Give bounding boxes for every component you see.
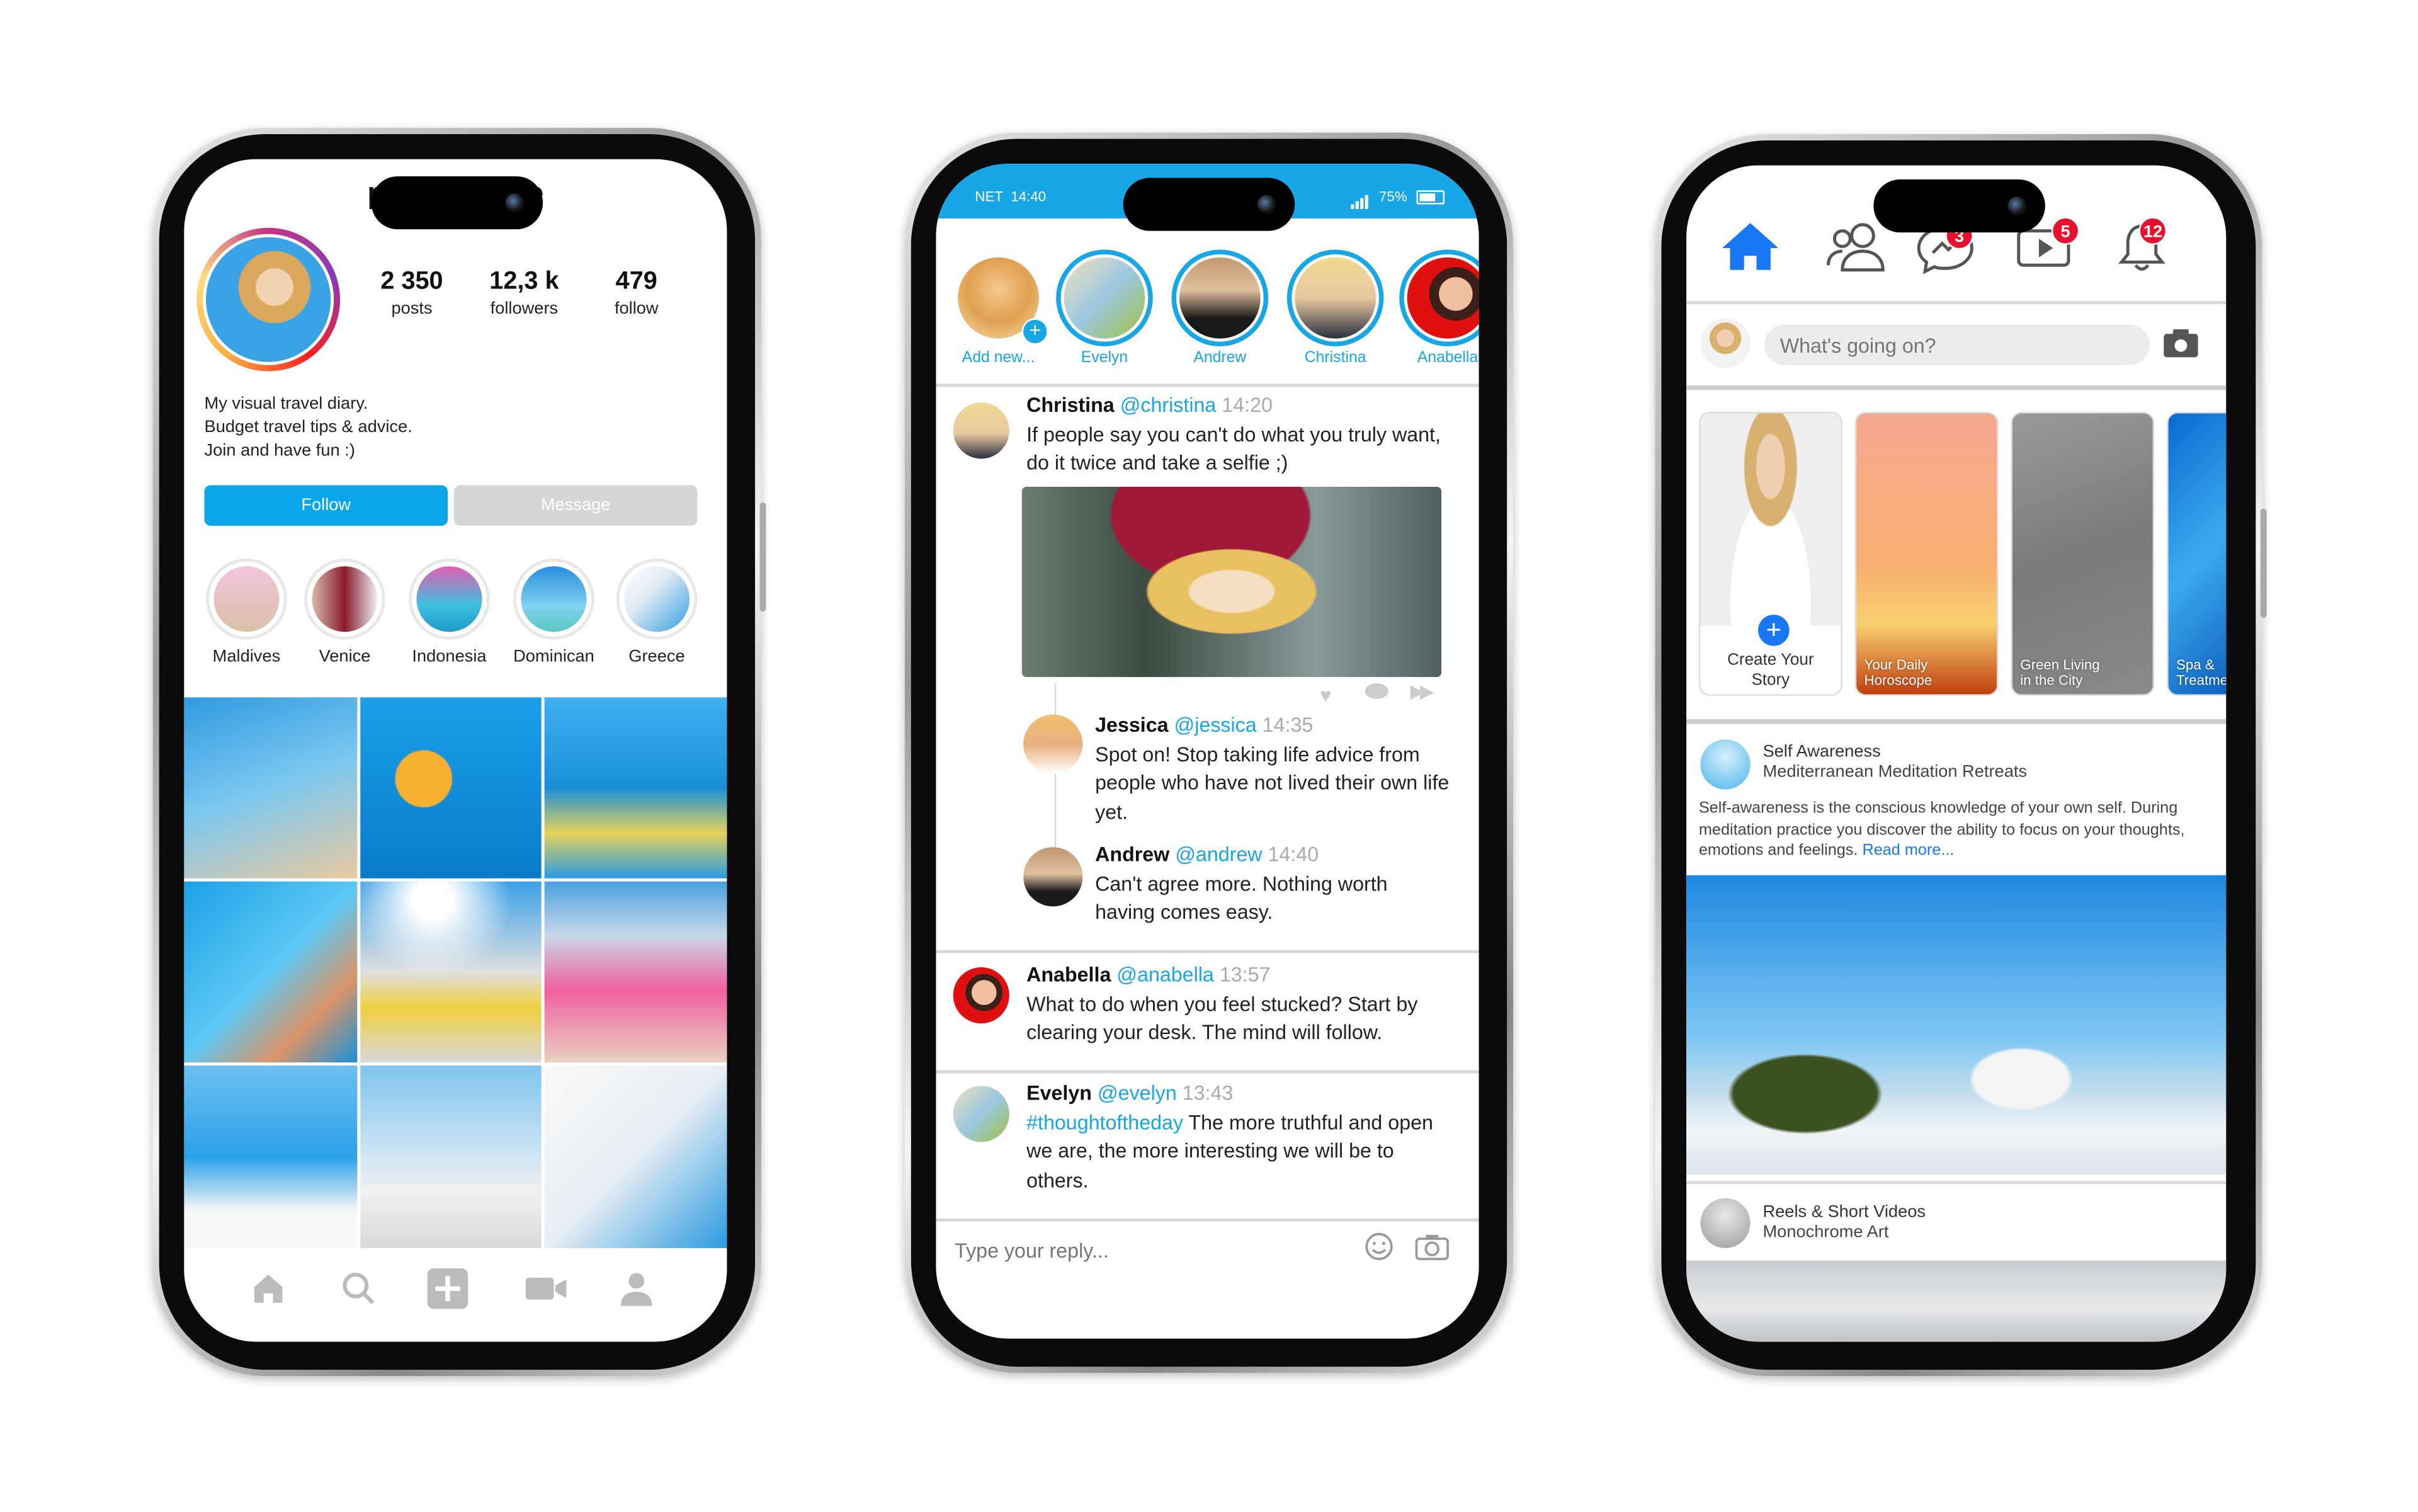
bio: My visual travel diary. Budget travel tip… (204, 394, 412, 460)
post-christina: Christina @christina 14:20 If people say … (1026, 393, 1441, 475)
post-body: Self-awareness is the conscious knowledg… (1698, 800, 2185, 860)
battery-icon (1416, 190, 1445, 205)
emoji-icon[interactable] (1365, 1232, 1393, 1261)
hashtag-link[interactable]: #thoughtoftheday (1026, 1110, 1183, 1134)
story-label: Add new... (962, 349, 1035, 367)
profile-screen: profile name 2 350posts 12,3 kfollowers … (184, 159, 727, 1342)
phone-profile: profile name 2 350posts 12,3 kfollowers … (152, 128, 766, 1377)
highlight-dominican[interactable] (513, 558, 594, 640)
add-post-icon[interactable] (426, 1267, 469, 1310)
phone-feed: 3 5 12 + Create Your Story Your Daily Ho… (1655, 134, 2267, 1377)
post-thumbnail[interactable] (544, 1066, 727, 1248)
avatar-christina[interactable] (953, 402, 1009, 459)
read-more-link[interactable]: Read more... (1862, 843, 1954, 860)
share-icon[interactable]: ▶▶ (1410, 680, 1435, 702)
stat-follow[interactable]: 479 follow (574, 268, 699, 318)
like-icon[interactable]: ♥ (1320, 683, 1332, 707)
post-thumbnail[interactable] (184, 881, 358, 1063)
post-image-monochrome[interactable] (1686, 1260, 2227, 1342)
post-anabella: Anabella @anabella 13:57 What to do when … (1026, 962, 1418, 1044)
story-spa[interactable]: Spa & Treatments (2167, 412, 2227, 696)
story-label: Evelyn (1081, 349, 1128, 367)
highlight-label: Greece (628, 647, 685, 666)
search-icon[interactable] (340, 1270, 377, 1307)
reply-input[interactable] (951, 1231, 1348, 1269)
story-label: Spa & Treatments (2176, 656, 2227, 688)
page-avatar[interactable] (1700, 1198, 1751, 1248)
post-thumbnail[interactable] (360, 881, 542, 1063)
signal-icon (1351, 189, 1370, 209)
story-andrew[interactable] (1171, 249, 1269, 346)
story-evelyn[interactable] (1056, 249, 1153, 346)
chat-screen: NET 14:40 75% + Add new... Evelyn Andrew… (936, 164, 1479, 1339)
story-add-new[interactable]: + (950, 249, 1048, 346)
story-label: Christina (1304, 349, 1366, 367)
highlight-venice[interactable] (304, 558, 385, 640)
avatar-jessica[interactable] (1023, 714, 1083, 774)
add-story-icon[interactable]: + (1756, 613, 1791, 648)
story-anabella[interactable] (1399, 249, 1479, 346)
highlight-label: Maldives (212, 647, 281, 666)
highlight-label: Indonesia (412, 647, 487, 666)
follow-button[interactable]: Follow (204, 485, 448, 526)
post-thumbnail[interactable] (184, 697, 358, 878)
story-label: Andrew (1193, 349, 1247, 367)
post-jessica: Jessica @jessica 14:35 Spot on! Stop taki… (1095, 713, 1450, 823)
post-subtitle: Monochrome Art (1762, 1223, 1889, 1242)
videos-badge: 5 (2051, 217, 2080, 245)
highlight-indonesia[interactable] (409, 558, 490, 640)
post-thumbnail[interactable] (360, 1066, 542, 1248)
post-subtitle: Mediterranean Meditation Retreats (1762, 763, 2028, 782)
battery-text: 75% (1379, 188, 1407, 205)
camera-icon[interactable] (1415, 1234, 1450, 1261)
story-label: Create Your Story (1727, 651, 1814, 690)
story-create[interactable]: + Create Your Story (1698, 412, 1842, 696)
profile-avatar[interactable] (196, 227, 341, 372)
story-christina[interactable] (1286, 249, 1384, 346)
add-icon[interactable]: + (1021, 318, 1048, 345)
avatar-evelyn[interactable] (953, 1086, 1009, 1142)
user-avatar[interactable] (1700, 318, 1751, 368)
friends-icon[interactable] (1824, 219, 1886, 275)
page-avatar[interactable] (1700, 739, 1751, 790)
story-label: Anabella (1417, 349, 1479, 367)
comment-icon[interactable] (1365, 683, 1388, 699)
composer-input[interactable] (1764, 324, 2150, 365)
highlight-maldives[interactable] (206, 558, 287, 640)
post-andrew: Andrew @andrew 14:40 Can't agree more. No… (1095, 842, 1388, 924)
story-horoscope[interactable]: Your Daily Horoscope (1854, 412, 1999, 696)
highlight-label: Dominican (513, 647, 594, 666)
video-icon[interactable] (524, 1270, 567, 1307)
thread-line (1054, 683, 1057, 874)
home-icon[interactable] (1719, 219, 1781, 275)
post-image-meditation[interactable] (1686, 875, 2227, 1175)
post-title[interactable]: Self Awareness (1762, 742, 1880, 761)
highlight-greece[interactable] (616, 558, 698, 640)
post-thumbnail[interactable] (360, 697, 542, 878)
profile-icon[interactable] (618, 1270, 655, 1307)
highlight-label: Venice (319, 647, 371, 666)
post-thumbnail[interactable] (544, 697, 727, 878)
avatar-anabella[interactable] (953, 967, 1009, 1024)
home-icon[interactable] (249, 1270, 287, 1307)
post-thumbnail[interactable] (184, 1066, 358, 1248)
story-green-living[interactable]: Green Living in the City (2011, 412, 2155, 696)
post-image[interactable] (1021, 486, 1442, 678)
feed-screen: 3 5 12 + Create Your Story Your Daily Ho… (1686, 165, 2227, 1342)
camera-icon[interactable] (2164, 329, 2198, 358)
stat-posts[interactable]: 2 350 posts (349, 268, 474, 318)
phone-chat: NET 14:40 75% + Add new... Evelyn Andrew… (904, 132, 1514, 1373)
story-label: Your Daily Horoscope (1864, 656, 1933, 688)
avatar-andrew[interactable] (1023, 847, 1083, 907)
carrier-text: NET (975, 188, 1003, 205)
stat-followers[interactable]: 12,3 k followers (462, 268, 586, 318)
post-title[interactable]: Reels & Short Videos (1762, 1203, 1926, 1222)
story-label: Green Living in the City (2020, 656, 2100, 688)
message-button[interactable]: Message (453, 485, 698, 526)
clock-text: 14:40 (1011, 188, 1047, 205)
post-evelyn: Evelyn @evelyn 13:43 #thoughtoftheday The… (1026, 1081, 1433, 1191)
post-thumbnail[interactable] (544, 881, 727, 1063)
